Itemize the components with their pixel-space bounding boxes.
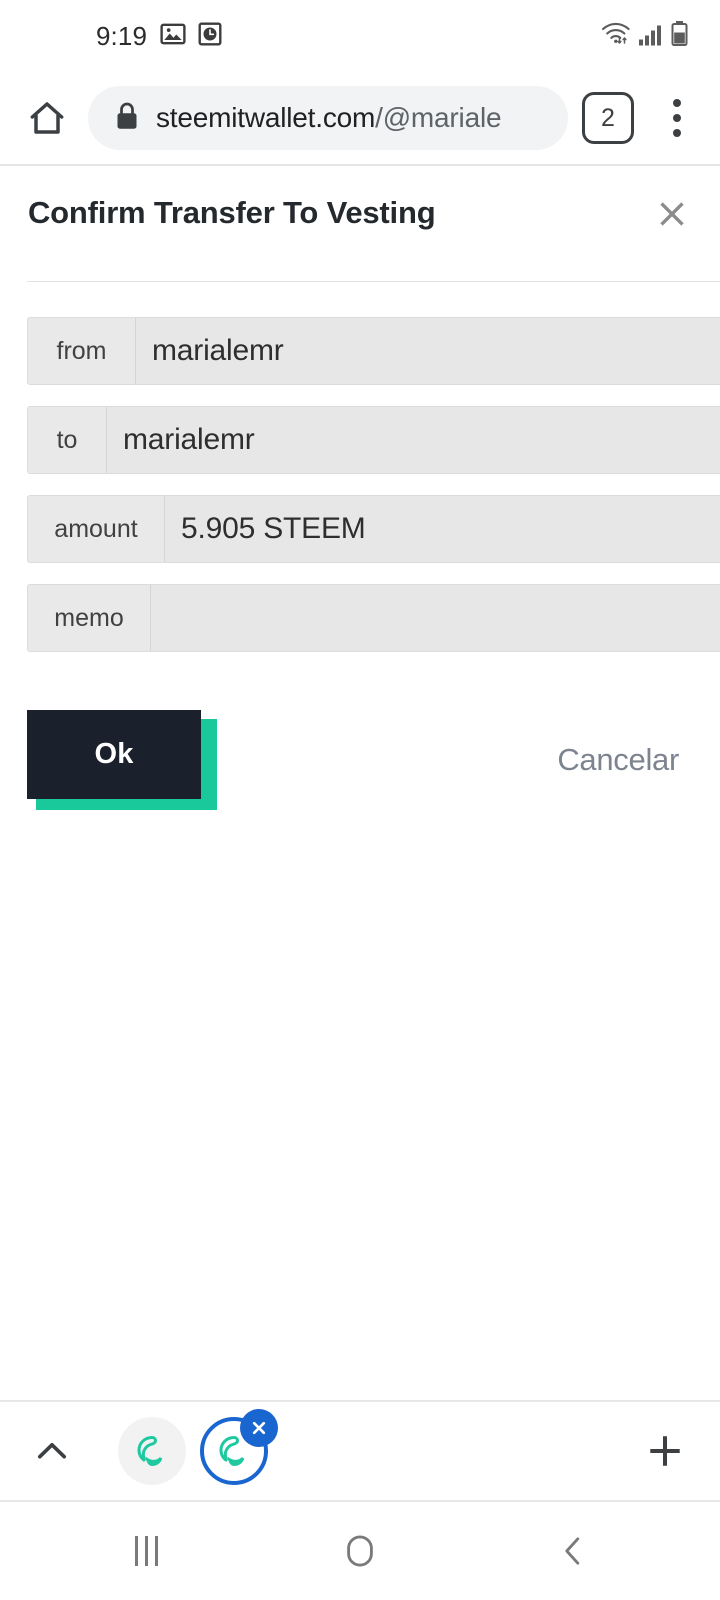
tab-chip-steem-1[interactable] xyxy=(118,1417,186,1485)
tab-count-label: 2 xyxy=(601,103,615,132)
status-bar-left: 9:19 xyxy=(96,21,223,52)
page-title: Confirm Transfer To Vesting xyxy=(28,195,436,230)
field-row-to: to marialemr xyxy=(27,406,720,474)
battery-icon xyxy=(671,21,688,52)
recents-glyph xyxy=(135,1536,159,1566)
chevron-up-icon[interactable] xyxy=(22,1421,82,1481)
confirmation-fields: from marialemr to marialemr amount 5.905… xyxy=(0,317,720,652)
menu-dot xyxy=(673,129,681,137)
field-value-memo xyxy=(151,585,720,651)
ok-button[interactable]: Ok xyxy=(27,710,201,799)
plus-icon[interactable] xyxy=(636,1422,694,1480)
cellular-signal-icon xyxy=(638,23,664,52)
menu-dot xyxy=(673,114,681,122)
field-label-memo: memo xyxy=(28,585,151,651)
cancel-button[interactable]: Cancelar xyxy=(557,742,687,778)
home-icon[interactable] xyxy=(16,87,78,149)
recents-icon[interactable] xyxy=(92,1516,202,1586)
close-circle-icon[interactable] xyxy=(240,1409,278,1447)
url-domain: steemitwallet.com xyxy=(156,102,376,133)
field-row-amount: amount 5.905 STEEM xyxy=(27,495,720,563)
wifi-icon xyxy=(601,21,631,52)
ok-button-wrapper: Ok xyxy=(27,710,217,810)
field-row-from: from marialemr xyxy=(27,317,720,385)
dialog-actions: Ok Cancelar xyxy=(27,708,687,812)
lock-icon xyxy=(114,101,140,136)
url-text: steemitwallet.com/@mariale xyxy=(156,102,501,134)
title-divider xyxy=(27,281,720,282)
alarm-clock-icon xyxy=(197,21,223,52)
menu-dot xyxy=(673,99,681,107)
field-value-from: marialemr xyxy=(136,318,720,384)
overflow-menu-icon[interactable] xyxy=(652,90,702,146)
field-label-from: from xyxy=(28,318,136,384)
url-bar[interactable]: steemitwallet.com/@mariale xyxy=(88,86,568,150)
field-row-memo: memo xyxy=(27,584,720,652)
status-bar-right xyxy=(601,21,688,52)
android-nav-bar xyxy=(0,1502,720,1600)
open-tabs-group xyxy=(118,1409,278,1485)
browser-toolbar: steemitwallet.com/@mariale 2 xyxy=(0,72,720,164)
page-content: Confirm Transfer To Vesting from mariale… xyxy=(0,166,720,1400)
tab-chip-steem-2[interactable] xyxy=(200,1409,278,1485)
close-icon[interactable] xyxy=(650,192,694,236)
home-circle-icon[interactable] xyxy=(305,1516,415,1586)
gallery-icon xyxy=(160,21,186,52)
tab-switcher-button[interactable]: 2 xyxy=(582,92,634,144)
status-time: 9:19 xyxy=(96,21,148,51)
field-value-amount: 5.905 STEEM xyxy=(165,496,720,562)
field-value-to: marialemr xyxy=(107,407,720,473)
tab-strip xyxy=(0,1402,720,1500)
field-label-to: to xyxy=(28,407,107,473)
url-path: /@mariale xyxy=(375,102,502,133)
phone-screen: 9:19 steemitwallet.com/@mariale 2 Confir… xyxy=(0,0,720,1600)
status-bar: 9:19 xyxy=(0,0,720,72)
back-chevron-icon[interactable] xyxy=(518,1516,628,1586)
steem-logo-icon xyxy=(137,1435,163,1467)
field-label-amount: amount xyxy=(28,496,165,562)
dialog-header: Confirm Transfer To Vesting xyxy=(0,184,720,236)
